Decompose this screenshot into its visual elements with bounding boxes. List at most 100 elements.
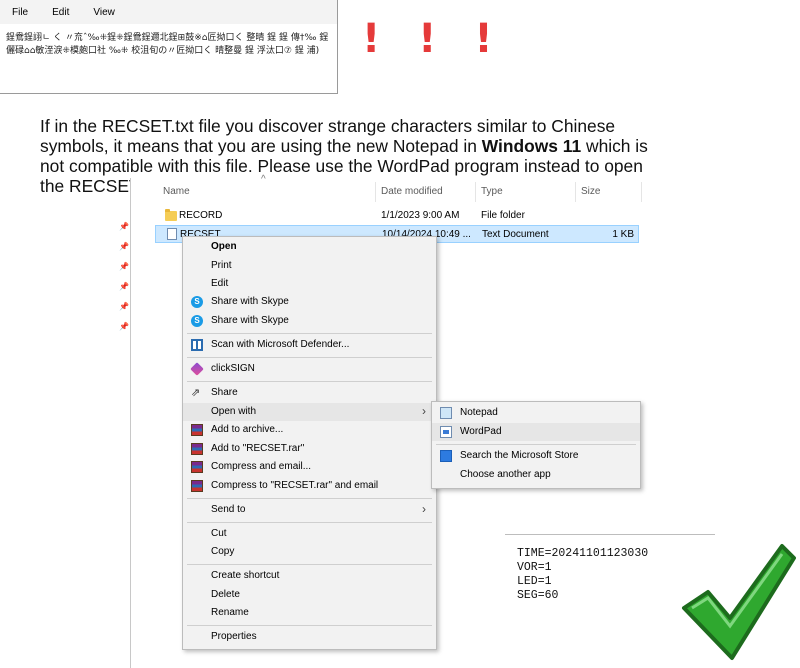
menu-separator — [187, 381, 432, 382]
folder-icon — [165, 209, 177, 221]
menu-label: Create shortcut — [211, 570, 280, 581]
menu-edit-file[interactable]: Edit — [183, 275, 436, 293]
menu-label: Scan with Microsoft Defender... — [211, 339, 350, 350]
menu-share[interactable]: ⇗ Share — [183, 384, 436, 402]
pin-icon[interactable]: 📌 — [119, 282, 129, 291]
content-line: SEG=60 — [517, 589, 559, 602]
column-divider[interactable] — [641, 182, 642, 202]
menu-separator — [187, 357, 432, 358]
winrar-icon — [191, 480, 203, 492]
chevron-right-icon: › — [422, 404, 426, 418]
menu-copy[interactable]: Copy — [183, 543, 436, 561]
store-icon — [440, 450, 452, 462]
menu-label: Copy — [211, 546, 235, 557]
menu-add-rar[interactable]: Add to "RECSET.rar" — [183, 440, 436, 458]
menu-create-shortcut[interactable]: Create shortcut — [183, 567, 436, 585]
file-row-record[interactable]: RECORD 1/1/2023 9:00 AM File folder — [155, 207, 639, 225]
file-date: 1/1/2023 9:00 AM — [381, 210, 460, 221]
menu-label: Send to — [211, 504, 246, 515]
menu-delete[interactable]: Delete — [183, 586, 436, 604]
text-document-icon — [167, 228, 177, 240]
menu-view[interactable]: View — [93, 7, 115, 18]
menu-compress-email[interactable]: Compress and email... — [183, 458, 436, 476]
notepad-content[interactable]: 鋥鴦鋥詡ㄴ く 〃㐬ˆ‰⁜鋥⁜鋥鴦鋥邇北鋥⊞鼓※⌂匠拗口く 整晴 鋥 鋥 傳†‰… — [0, 24, 337, 66]
pin-icon[interactable]: 📌 — [119, 302, 129, 311]
menu-separator — [436, 444, 636, 445]
file-type: Text Document — [482, 229, 549, 240]
menu-compress-rar-email[interactable]: Compress to "RECSET.rar" and email — [183, 477, 436, 495]
wordpad-icon — [440, 426, 452, 438]
column-size[interactable]: Size — [581, 186, 600, 197]
menu-rename[interactable]: Rename — [183, 604, 436, 622]
menu-label: Share — [211, 387, 238, 398]
file-type: File folder — [481, 210, 525, 221]
chevron-right-icon: › — [422, 502, 426, 516]
share-icon: ⇗ — [191, 387, 201, 399]
menu-cut[interactable]: Cut — [183, 525, 436, 543]
file-size: 1 KB — [612, 229, 634, 240]
skype-icon: S — [191, 296, 203, 308]
menu-label: Properties — [211, 631, 257, 642]
menu-add-archive[interactable]: Add to archive... — [183, 421, 436, 439]
content-line: TIME=20241101123030 — [517, 547, 649, 560]
menu-share-skype[interactable]: S Share with Skype — [183, 293, 436, 311]
clicksign-icon — [190, 362, 204, 376]
winrar-icon — [191, 461, 203, 473]
file-name: RECORD — [179, 210, 223, 221]
column-date[interactable]: Date modified — [381, 186, 443, 197]
menu-label: Share with Skype — [211, 296, 289, 307]
menu-share-skype[interactable]: S Share with Skype — [183, 312, 436, 330]
menu-clicksign[interactable]: clickSIGN — [183, 360, 436, 378]
context-menu: Open Print Edit S Share with Skype S Share… — [182, 236, 437, 650]
menu-label: Add to archive... — [211, 424, 284, 435]
submenu-notepad[interactable]: Notepad — [432, 404, 640, 422]
submenu-wordpad[interactable]: WordPad — [432, 423, 640, 441]
column-divider[interactable] — [375, 182, 376, 202]
menu-label: Share with Skype — [211, 315, 289, 326]
notepad-icon — [440, 407, 452, 419]
column-name[interactable]: Name — [163, 186, 190, 197]
menu-open-with[interactable]: Open with › — [183, 403, 436, 421]
column-divider[interactable] — [575, 182, 576, 202]
checkmark-icon — [682, 544, 796, 660]
warning-exclamation: ! ! ! — [362, 16, 505, 62]
pin-icon[interactable]: 📌 — [119, 222, 129, 231]
pin-icon[interactable]: 📌 — [119, 322, 129, 331]
menu-label: Open — [211, 241, 237, 252]
menu-separator — [187, 522, 432, 523]
menu-open[interactable]: Open — [183, 238, 436, 256]
menu-label: Notepad — [460, 407, 498, 418]
menu-label: Search the Microsoft Store — [460, 450, 579, 461]
menu-label: WordPad — [460, 426, 502, 437]
menu-separator — [187, 564, 432, 565]
menu-send-to[interactable]: Send to › — [183, 501, 436, 519]
menu-properties[interactable]: Properties — [183, 628, 436, 646]
pin-icon[interactable]: 📌 — [119, 262, 129, 271]
menu-label: Compress and email... — [211, 461, 312, 472]
menu-separator — [187, 498, 432, 499]
menu-label: Open with — [211, 406, 257, 417]
open-with-submenu: Notepad WordPad Search the Microsoft Sto… — [431, 401, 641, 489]
menu-label: Compress to "RECSET.rar" and email — [211, 480, 379, 491]
content-line: LED=1 — [517, 575, 552, 588]
menu-label: Rename — [211, 607, 249, 618]
column-divider[interactable] — [475, 182, 476, 202]
menu-print[interactable]: Print — [183, 257, 436, 275]
winrar-icon — [191, 443, 203, 455]
menu-label: Print — [211, 260, 232, 271]
menu-label: clickSIGN — [211, 363, 255, 374]
menu-edit[interactable]: Edit — [52, 7, 69, 18]
pin-icon[interactable]: 📌 — [119, 242, 129, 251]
column-type[interactable]: Type — [481, 186, 503, 197]
garbled-line: 鋥鴦鋥詡ㄴ く 〃㐬ˆ‰⁜鋥⁜鋥鴦鋥邇北鋥⊞鼓※⌂匠拗口く 整晴 鋥 鋥 傳†‰… — [6, 33, 329, 43]
submenu-microsoft-store[interactable]: Search the Microsoft Store — [432, 447, 640, 465]
menu-separator — [187, 333, 432, 334]
winrar-icon — [191, 424, 203, 436]
defender-icon — [191, 339, 203, 351]
menu-label: Cut — [211, 528, 227, 539]
menu-file[interactable]: File — [12, 7, 28, 18]
menu-scan-defender[interactable]: Scan with Microsoft Defender... — [183, 336, 436, 354]
column-header: Name Date modified Type Size — [155, 178, 665, 206]
menu-label: Add to "RECSET.rar" — [211, 443, 305, 454]
submenu-choose-app[interactable]: Choose another app — [432, 466, 640, 484]
